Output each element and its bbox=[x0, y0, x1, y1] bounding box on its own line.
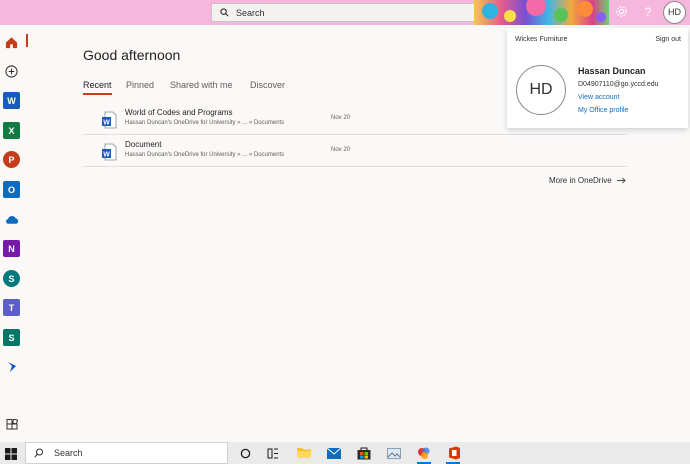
settings-gear-icon[interactable] bbox=[614, 5, 628, 19]
taskbar-search-input[interactable]: Search bbox=[25, 442, 228, 464]
create-plus-icon[interactable] bbox=[3, 63, 20, 80]
account-avatar-large: HD bbox=[516, 65, 566, 115]
file-date: Nov 20 bbox=[331, 115, 351, 121]
taskbar: Search bbox=[0, 442, 690, 464]
word-document-icon: W bbox=[101, 143, 117, 161]
tab-discover[interactable]: Discover bbox=[250, 80, 285, 90]
store-icon[interactable] bbox=[356, 445, 372, 461]
more-in-onedrive-link[interactable]: More in OneDrive bbox=[549, 176, 626, 185]
office-profile-link[interactable]: My Office profile bbox=[578, 107, 628, 114]
onedrive-icon[interactable] bbox=[3, 211, 20, 228]
dynamics-icon[interactable] bbox=[3, 358, 20, 375]
windows-start-icon[interactable] bbox=[5, 447, 17, 460]
office-app-icon[interactable] bbox=[446, 445, 462, 461]
powerpoint-icon[interactable]: P bbox=[3, 151, 20, 168]
search-input[interactable]: Search bbox=[211, 3, 475, 22]
word-icon[interactable]: W bbox=[3, 92, 20, 109]
sign-out-link[interactable]: Sign out bbox=[655, 36, 681, 43]
file-explorer-icon[interactable] bbox=[296, 445, 312, 461]
all-apps-icon[interactable] bbox=[3, 416, 20, 433]
header-artwork bbox=[474, 0, 609, 25]
account-avatar[interactable]: HD bbox=[663, 1, 686, 24]
file-path: Hassan Duncan's OneDrive for University … bbox=[125, 120, 285, 126]
page-greeting: Good afternoon bbox=[83, 47, 181, 63]
mail-icon[interactable] bbox=[326, 445, 342, 461]
onenote-icon[interactable]: N bbox=[3, 240, 20, 257]
user-name: Hassan Duncan bbox=[578, 66, 646, 76]
file-path: Hassan Duncan's OneDrive for University … bbox=[125, 152, 285, 158]
file-date: Nov 20 bbox=[331, 147, 351, 153]
view-account-link[interactable]: View account bbox=[578, 94, 620, 101]
tab-shared-with-me[interactable]: Shared with me bbox=[170, 80, 233, 90]
task-view-icon[interactable] bbox=[265, 445, 281, 461]
sway-icon[interactable]: S bbox=[3, 329, 20, 346]
help-icon[interactable]: ? bbox=[641, 5, 655, 19]
paint-3d-icon[interactable] bbox=[416, 445, 432, 461]
active-tab-underline bbox=[83, 93, 112, 95]
excel-icon[interactable]: X bbox=[3, 122, 20, 139]
account-card: Wickes Furniture Sign out HD Hassan Dunc… bbox=[507, 28, 688, 128]
svg-text:W: W bbox=[103, 120, 110, 127]
search-icon bbox=[220, 8, 229, 17]
word-document-icon: W bbox=[101, 111, 117, 129]
more-in-onedrive-label: More in OneDrive bbox=[549, 176, 612, 185]
search-placeholder: Search bbox=[236, 7, 265, 18]
file-row[interactable]: W Document Hassan Duncan's OneDrive for … bbox=[83, 135, 627, 167]
outlook-icon[interactable]: O bbox=[3, 181, 20, 198]
search-icon bbox=[34, 448, 44, 458]
user-email: D04907110@go.yccd.edu bbox=[578, 81, 659, 88]
top-header: Search ? HD bbox=[0, 0, 690, 25]
arrow-right-icon bbox=[616, 177, 626, 184]
file-name[interactable]: World of Codes and Programs bbox=[125, 108, 232, 117]
rail-active-indicator bbox=[26, 34, 28, 47]
tab-recent[interactable]: Recent bbox=[83, 80, 112, 90]
sharepoint-icon[interactable]: S bbox=[3, 270, 20, 287]
file-name[interactable]: Document bbox=[125, 140, 161, 149]
tab-pinned[interactable]: Pinned bbox=[126, 80, 154, 90]
cortana-icon[interactable] bbox=[237, 445, 253, 461]
app-rail: W X P O N S T S bbox=[0, 25, 24, 442]
teams-icon[interactable]: T bbox=[3, 299, 20, 316]
organization-name: Wickes Furniture bbox=[515, 36, 568, 43]
photos-icon[interactable] bbox=[386, 445, 402, 461]
taskbar-search-placeholder: Search bbox=[54, 448, 83, 458]
svg-text:W: W bbox=[103, 152, 110, 159]
home-icon[interactable] bbox=[3, 34, 20, 51]
